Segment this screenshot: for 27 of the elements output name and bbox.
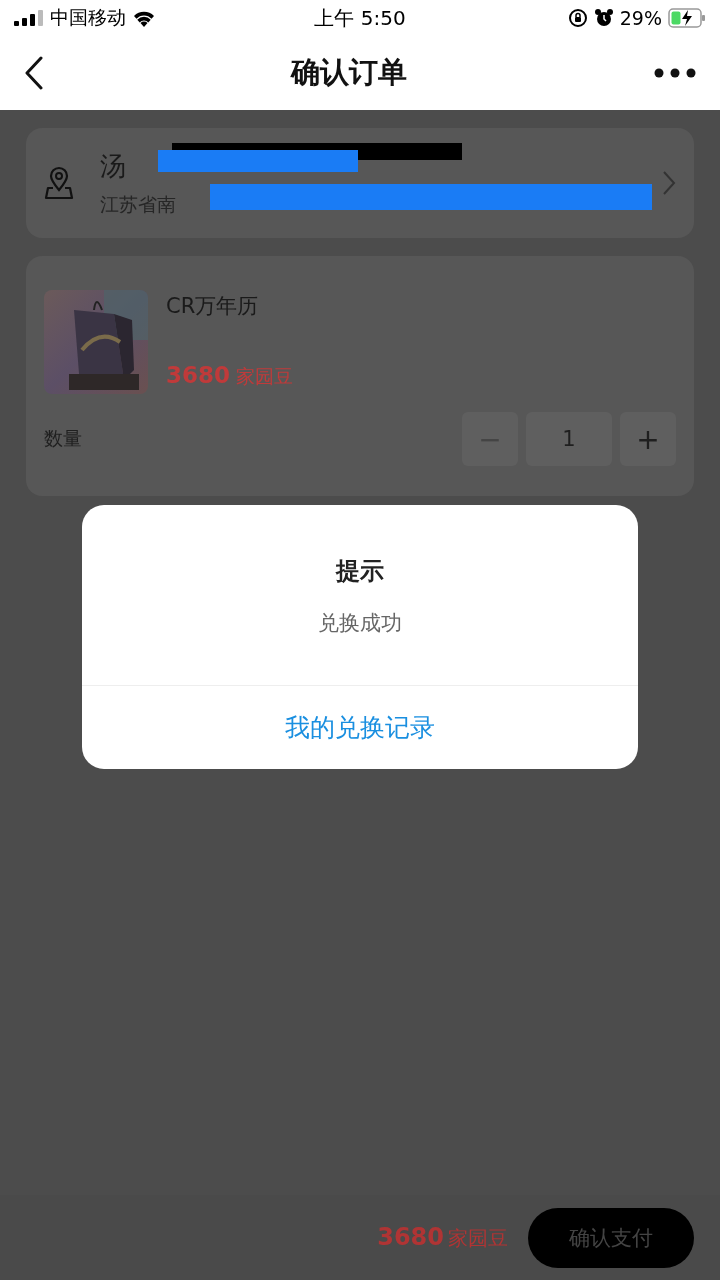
pay-button[interactable]: 确认支付 <box>528 1207 694 1268</box>
wifi-icon <box>132 9 156 27</box>
rotation-lock-icon <box>567 8 588 28</box>
product-name: CR万年历 <box>166 293 260 320</box>
dialog-title: 提示 <box>336 556 384 587</box>
battery-charging-icon <box>668 8 706 28</box>
total-price: 3680 <box>377 1223 444 1251</box>
quantity-label: 数量 <box>44 426 82 451</box>
page-title: 确认订单 <box>291 54 407 91</box>
carrier-name: 中国移动 <box>50 5 126 30</box>
chevron-right-icon <box>662 170 676 196</box>
increase-button[interactable]: + <box>620 412 676 466</box>
exchange-record-button[interactable]: 我的兑换记录 <box>82 686 638 769</box>
signal-icon <box>14 10 44 26</box>
location-pin-icon <box>44 166 74 200</box>
price-unit: 家园豆 <box>236 364 293 389</box>
total-unit: 家园豆 <box>448 1225 508 1252</box>
clock-time: 上午 5:50 <box>314 4 406 32</box>
battery-percent: 29% <box>619 7 662 29</box>
quantity-value: 1 <box>526 412 612 466</box>
more-icon[interactable] <box>654 68 696 78</box>
product-price: 3680 <box>166 362 230 388</box>
back-icon[interactable] <box>24 56 44 90</box>
recipient-name: 汤 <box>100 149 126 183</box>
alarm-icon <box>593 8 614 28</box>
decrease-button[interactable]: − <box>462 412 518 466</box>
dialog-message: 兑换成功 <box>318 610 402 637</box>
